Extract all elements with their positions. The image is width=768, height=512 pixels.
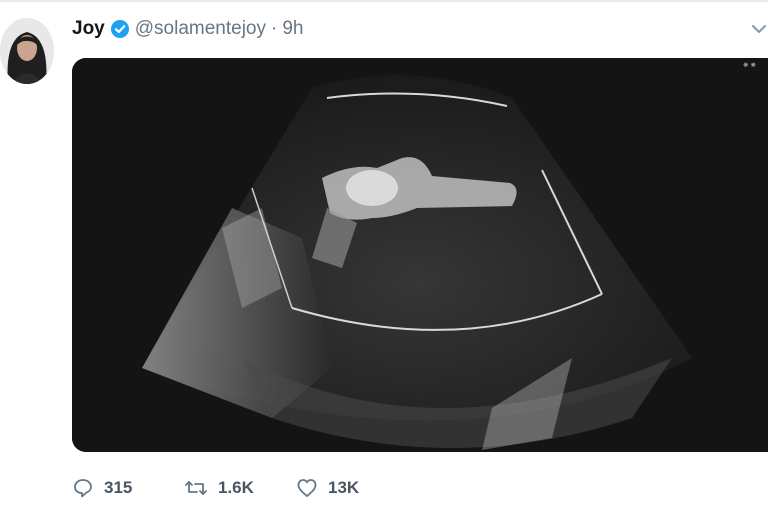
header-separator: · xyxy=(271,18,278,39)
divider xyxy=(0,0,768,2)
author-handle[interactable]: @solamentejoy xyxy=(135,18,266,40)
svg-text:⁕⁕: ⁕⁕ xyxy=(742,60,757,70)
author-name[interactable]: Joy xyxy=(72,18,105,40)
ultrasound-image: ⁕⁕ xyxy=(72,58,768,452)
tweet-actions: 315 1.6K 13K xyxy=(72,472,408,504)
retweet-button[interactable]: 1.6K xyxy=(184,477,296,499)
like-button[interactable]: 13K xyxy=(296,477,408,499)
retweet-icon xyxy=(184,477,208,499)
retweet-count: 1.6K xyxy=(218,478,254,497)
reply-count: 315 xyxy=(104,478,133,497)
heart-icon xyxy=(296,477,318,499)
avatar-image xyxy=(0,18,54,84)
verified-badge-icon xyxy=(110,19,130,39)
reply-icon xyxy=(72,477,94,499)
chevron-down-icon[interactable] xyxy=(750,22,768,36)
tweet-media-video[interactable]: ⁕⁕ xyxy=(72,58,768,452)
reply-button[interactable]: 315 xyxy=(72,477,184,499)
tweet-time[interactable]: 9h xyxy=(282,18,303,40)
tweet-header: Joy @solamentejoy · 9h xyxy=(72,16,303,42)
avatar[interactable] xyxy=(0,18,54,84)
like-count: 13K xyxy=(328,478,360,497)
tweet: Joy @solamentejoy · 9h ⁕⁕ 315 1.6K 13K xyxy=(0,0,768,512)
